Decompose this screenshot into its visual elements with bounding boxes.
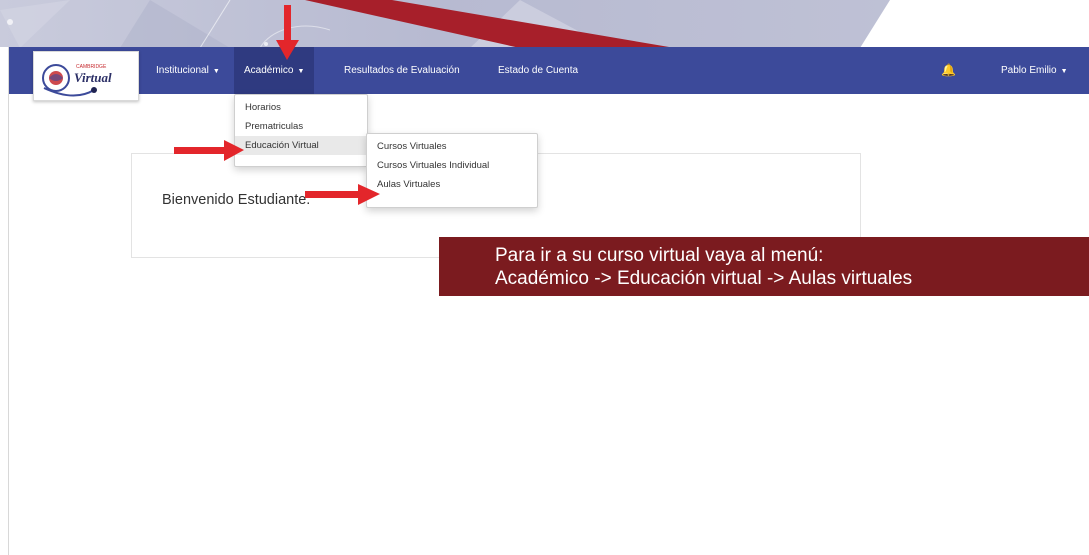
nav-academico[interactable]: Académico ▼: [234, 47, 315, 94]
nav-institucional-label: Institucional: [156, 65, 209, 76]
menu-item-horarios[interactable]: Horarios: [235, 98, 367, 117]
caret-down-icon: ▼: [212, 68, 220, 75]
menu-item-educacion-virtual[interactable]: Educación Virtual: [235, 136, 367, 155]
caret-down-icon: ▼: [1060, 68, 1068, 75]
nav-estado-cuenta[interactable]: Estado de Cuenta: [498, 47, 578, 94]
welcome-text: Bienvenido Estudiante.: [162, 192, 311, 208]
user-menu[interactable]: Pablo Emilio ▼: [1001, 47, 1068, 94]
menu-item-prematriculas[interactable]: Prematriculas: [235, 117, 367, 136]
decorative-banner: [0, 0, 1089, 48]
educacion-virtual-submenu: Cursos Virtuales Cursos Virtuales Indivi…: [366, 133, 538, 208]
caret-down-icon: ▼: [297, 68, 305, 75]
logo-main-text: Virtual: [74, 70, 112, 85]
instruction-line-2: Académico -> Educación virtual -> Aulas …: [495, 268, 913, 289]
nav-academico-label: Académico: [244, 65, 294, 76]
app-window: CAMBRIDGE Virtual Institucional ▼ Académi…: [8, 47, 1089, 555]
instruction-box: Para ir a su curso virtual vaya al menú:…: [439, 237, 1089, 296]
nav-resultados-label: Resultados de Evaluación: [344, 65, 460, 76]
bell-icon[interactable]: 🔔: [941, 47, 956, 94]
cambridge-virtual-logo[interactable]: CAMBRIDGE Virtual: [33, 51, 139, 101]
instruction-line-1: Para ir a su curso virtual vaya al menú:: [495, 245, 824, 266]
nav-institucional[interactable]: Institucional ▼: [156, 47, 220, 94]
menu-item-aulas-virtuales[interactable]: Aulas Virtuales: [367, 175, 537, 194]
academico-dropdown: Horarios Prematriculas Educación Virtual: [234, 94, 368, 167]
page-edge: [0, 47, 8, 555]
menu-item-cursos-virtuales[interactable]: Cursos Virtuales: [367, 137, 537, 156]
nav-resultados-evaluacion[interactable]: Resultados de Evaluación: [344, 47, 460, 94]
user-name: Pablo Emilio: [1001, 65, 1057, 76]
menu-item-cursos-virtuales-individual[interactable]: Cursos Virtuales Individual: [367, 156, 537, 175]
nav-estado-label: Estado de Cuenta: [498, 65, 579, 76]
top-navbar: CAMBRIDGE Virtual Institucional ▼ Académi…: [9, 47, 1089, 101]
